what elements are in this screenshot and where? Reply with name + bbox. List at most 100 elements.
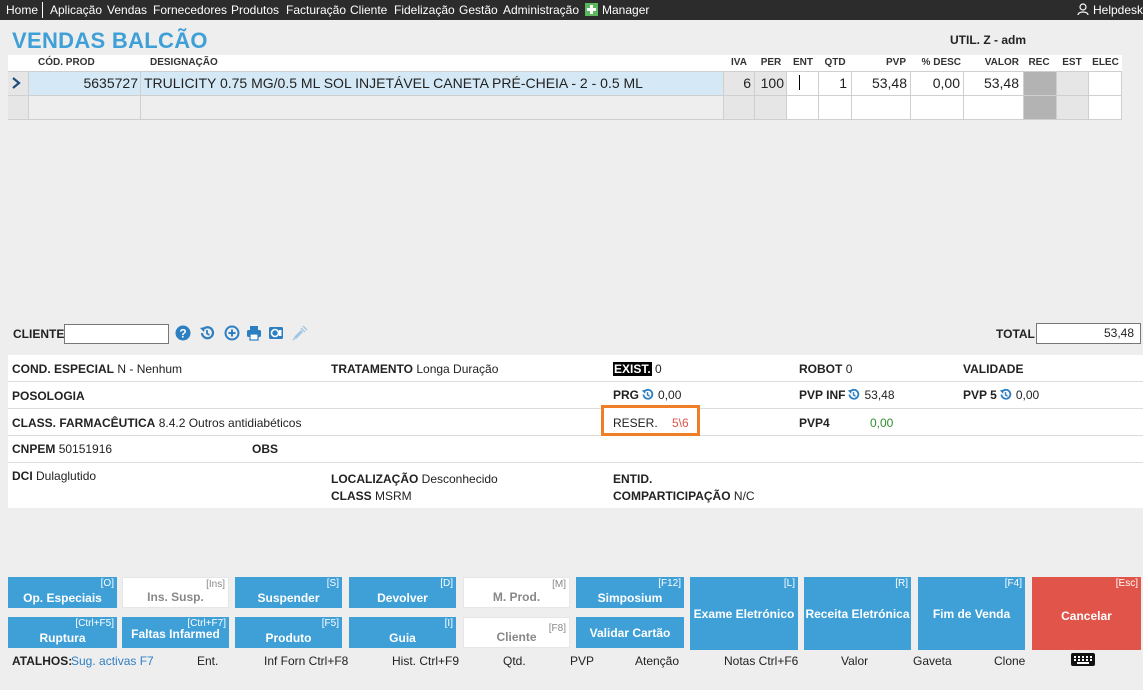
col-header-qtd[interactable]: QTD	[819, 55, 851, 71]
col-header-est[interactable]: EST	[1056, 55, 1088, 71]
prg-field: PRG 0,00	[613, 388, 682, 402]
nav-helpdesk[interactable]: Helpdesk	[1093, 3, 1143, 17]
shortcut-ent[interactable]: Ent.	[197, 654, 218, 668]
history-icon[interactable]	[847, 388, 860, 401]
top-navigation-bar: Home Aplicação Vendas Fornecedores Produ…	[0, 0, 1143, 20]
nav-home[interactable]: Home	[6, 3, 38, 17]
localizacao-field: LOCALIZAÇÃO Desconhecido	[331, 472, 498, 486]
col-header-desc[interactable]: % DESC	[911, 55, 961, 71]
guia-button[interactable]: [I] Guia	[349, 617, 456, 648]
entid-field: ENTID.	[613, 472, 653, 486]
shortcut-atencao[interactable]: Atenção	[635, 654, 679, 668]
cell-desc[interactable]: 0,00	[911, 72, 960, 96]
simposium-button[interactable]: [F12] Simposium	[576, 577, 684, 608]
robot-field: ROBOT 0	[799, 362, 853, 376]
op-especiais-button[interactable]: [O] Op. Especiais	[8, 577, 117, 608]
sales-grid: CÓD. PROD DESIGNAÇÃO IVA PER ENT QTD PVP…	[8, 55, 1122, 120]
cell-iva[interactable]: 6	[724, 72, 751, 96]
shortcut-hist[interactable]: Hist. Ctrl+F9	[392, 654, 459, 668]
cell-ent[interactable]	[787, 72, 817, 96]
col-header-iva[interactable]: IVA	[724, 55, 754, 71]
nav-administracao[interactable]: Administração	[503, 3, 579, 17]
history-icon[interactable]	[641, 388, 654, 401]
devolver-button[interactable]: [D] Devolver	[349, 577, 456, 608]
validar-cartao-button[interactable]: Validar Cartão	[576, 617, 684, 648]
card-icon[interactable]	[268, 325, 284, 341]
cell-pvp[interactable]: 53,48	[853, 72, 907, 96]
col-header-cod[interactable]: CÓD. PROD	[38, 55, 95, 71]
nav-fornecedores[interactable]: Fornecedores	[153, 3, 227, 17]
fim-de-venda-button[interactable]: [F4] Fim de Venda	[918, 577, 1025, 650]
text-cursor	[799, 75, 800, 90]
client-input[interactable]	[64, 324, 169, 344]
suspender-button[interactable]: [S] Suspender	[235, 577, 342, 608]
col-header-pvp[interactable]: PVP	[853, 55, 906, 71]
keyboard-icon[interactable]	[1071, 653, 1095, 666]
nav-gestao[interactable]: Gestão	[459, 3, 498, 17]
nav-aplicacao[interactable]: Aplicação	[50, 3, 102, 17]
shortcuts-label: ATALHOS:	[12, 654, 73, 668]
cond-especial-field: COND. ESPECIAL N - Nenhum	[12, 362, 183, 376]
nav-facturacao[interactable]: Facturação	[286, 3, 346, 17]
client-label: CLIENTE	[13, 327, 65, 341]
user-indicator: UTIL. Z - adm	[950, 33, 1026, 47]
pvp4-value: 0,00	[870, 416, 894, 430]
col-header-per[interactable]: PER	[755, 55, 787, 71]
shortcut-valor[interactable]: Valor	[841, 654, 868, 668]
col-header-elec[interactable]: ELEC	[1089, 55, 1122, 71]
col-header-valor[interactable]: VALOR	[965, 55, 1019, 71]
pvp5-field: PVP 5 0,00	[963, 388, 1040, 402]
cliente-button[interactable]: [F8] Cliente	[463, 617, 570, 648]
exame-eletronico-button[interactable]: [L] Exame Eletrónico	[690, 577, 798, 650]
reser-label: RESER.	[613, 416, 658, 430]
nav-fidelizacao[interactable]: Fidelização	[394, 3, 455, 17]
col-header-rec[interactable]: REC	[1023, 55, 1055, 71]
total-label: TOTAL	[996, 327, 1035, 341]
dci-field: DCI Dulaglutido	[12, 469, 97, 483]
cell-qtd[interactable]: 1	[819, 72, 847, 96]
nav-produtos[interactable]: Produtos	[231, 3, 279, 17]
class-field: CLASS MSRM	[331, 489, 412, 503]
comparticipacao-field: COMPARTICIPAÇÃO N/C	[613, 489, 755, 503]
shortcut-pvp[interactable]: PVP	[570, 654, 594, 668]
cell-valor[interactable]: 53,48	[965, 72, 1019, 96]
produto-button[interactable]: [F5] Produto	[235, 617, 342, 648]
shortcut-inf-forn[interactable]: Inf Forn Ctrl+F8	[264, 654, 348, 668]
obs-field: OBS	[252, 442, 279, 456]
cell-per[interactable]: 100	[755, 72, 784, 96]
shortcut-notas[interactable]: Notas Ctrl+F6	[724, 654, 798, 668]
nav-vendas[interactable]: Vendas	[107, 3, 147, 17]
nav-divider	[42, 2, 43, 18]
exist-field: EXIST. 0	[613, 362, 662, 376]
plus-icon	[585, 3, 598, 16]
user-icon	[1077, 3, 1089, 16]
current-row-arrow-icon	[12, 77, 21, 89]
add-icon[interactable]	[224, 325, 240, 341]
help-icon[interactable]: ?	[175, 325, 191, 341]
nav-cliente[interactable]: Cliente	[350, 3, 387, 17]
pvp-inf-field: PVP INF 53,48	[799, 388, 895, 402]
page-title: VENDAS BALCÃO	[12, 28, 208, 53]
receita-eletronica-button[interactable]: [R] Receita Eletrónica	[804, 577, 911, 650]
shortcut-sug-activas[interactable]: Sug. activas F7	[71, 654, 154, 668]
shortcut-clone[interactable]: Clone	[994, 654, 1025, 668]
nav-manager[interactable]: Manager	[602, 3, 649, 17]
ruptura-button[interactable]: [Ctrl+F5] Ruptura	[8, 617, 117, 648]
ins-susp-button[interactable]: [Ins] Ins. Susp.	[122, 577, 229, 608]
tratamento-field: TRATAMENTO Longa Duração	[331, 362, 499, 376]
shortcut-qtd[interactable]: Qtd.	[503, 654, 526, 668]
history-icon[interactable]	[199, 325, 215, 341]
col-header-designacao[interactable]: DESIGNAÇÃO	[150, 55, 218, 71]
cancelar-button[interactable]: [Esc] Cancelar	[1032, 577, 1141, 650]
shortcut-gaveta[interactable]: Gaveta	[913, 654, 952, 668]
reser-value: 5\6	[672, 416, 689, 430]
col-header-ent[interactable]: ENT	[787, 55, 819, 71]
history-icon[interactable]	[999, 388, 1012, 401]
print-icon[interactable]	[246, 325, 262, 341]
product-info-panel	[8, 355, 1143, 508]
cell-designacao[interactable]: TRULICITY 0.75 MG/0.5 ML SOL INJETÁVEL C…	[144, 72, 720, 96]
cell-cod[interactable]: 5635727	[30, 72, 138, 96]
faltas-infarmed-button[interactable]: [Ctrl+F7] Faltas Infarmed	[122, 617, 229, 648]
syringe-icon[interactable]	[292, 325, 308, 341]
m-prod-button[interactable]: [M] M. Prod.	[463, 577, 570, 608]
